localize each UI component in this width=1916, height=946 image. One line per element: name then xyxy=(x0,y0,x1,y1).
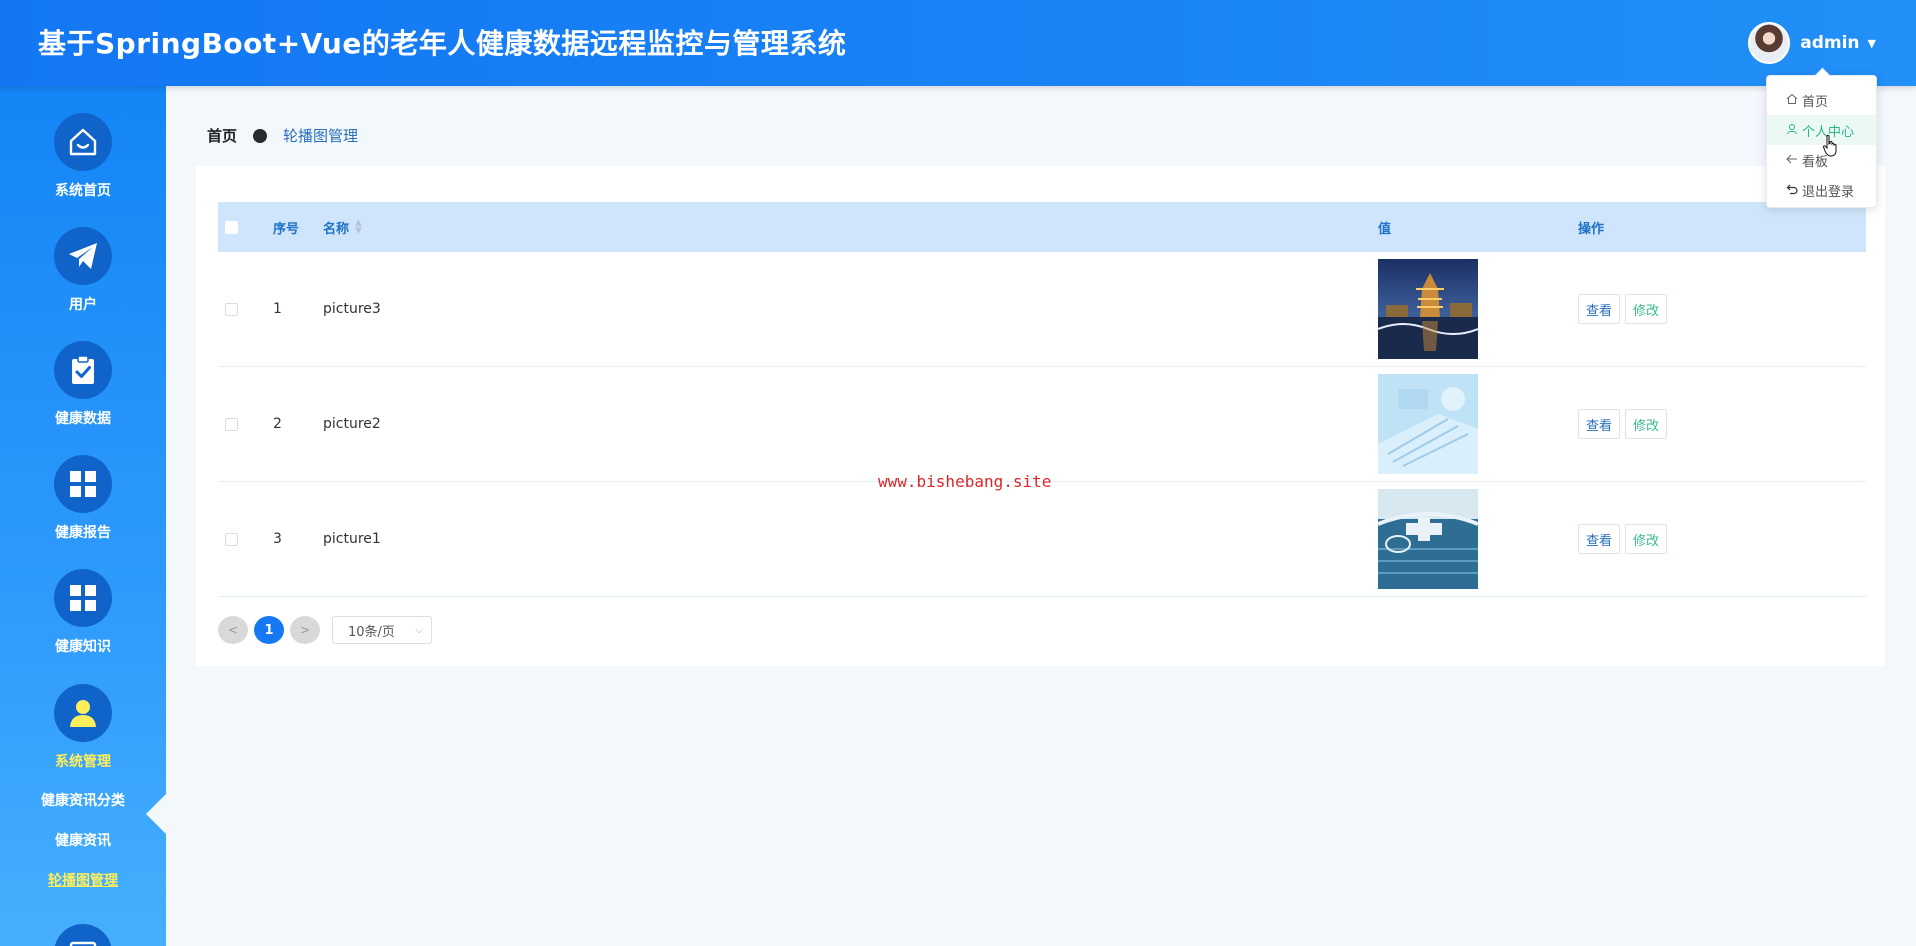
carousel-thumbnail-image[interactable] xyxy=(1378,489,1478,589)
carousel-thumbnail-image[interactable] xyxy=(1378,374,1478,474)
page-size-select[interactable]: 10条/页 ⌵ xyxy=(332,616,432,644)
breadcrumb: 首页 轮播图管理 xyxy=(207,125,358,146)
breadcrumb-current: 轮播图管理 xyxy=(283,127,359,145)
sidebar-item-label: 用户 xyxy=(69,297,97,313)
view-button[interactable]: 查看 xyxy=(1578,524,1621,554)
nav-icon-circle xyxy=(54,924,112,946)
active-indicator-notch xyxy=(146,794,166,834)
sidebar-subitem-news[interactable]: 健康资讯 xyxy=(0,830,166,850)
sidebar-subitem-carousel[interactable]: 轮播图管理 xyxy=(0,870,166,890)
select-all-checkbox[interactable] xyxy=(225,220,238,234)
menu-item-home[interactable]: 首页 xyxy=(1767,85,1876,115)
home-face-icon xyxy=(69,128,97,156)
sidebar-item-label: 系统管理 xyxy=(55,754,111,770)
clipboard-check-icon xyxy=(72,355,94,384)
caret-down-icon[interactable]: ▼ xyxy=(1868,37,1876,50)
back-arrow-icon xyxy=(1785,153,1799,168)
logout-icon xyxy=(1785,183,1799,198)
row-name: picture2 xyxy=(323,416,381,432)
nav-icon-circle xyxy=(54,569,112,627)
column-header-label: 名称 xyxy=(323,221,350,237)
menu-item-logout[interactable]: 退出登录 xyxy=(1767,175,1876,205)
row-checkbox[interactable] xyxy=(225,417,238,431)
edit-button[interactable]: 修改 xyxy=(1625,294,1668,324)
grid-icon xyxy=(70,471,96,497)
home-icon xyxy=(1785,93,1799,108)
page-size-value: 10条/页 xyxy=(348,624,395,640)
sidebar-item-system-management[interactable]: 系统管理 xyxy=(0,684,166,771)
column-header-operation: 操作 xyxy=(1578,221,1605,237)
pagination: < 1 > 10条/页 ⌵ xyxy=(218,616,432,644)
nav-icon-circle xyxy=(54,341,112,399)
breadcrumb-separator-dot xyxy=(253,128,268,143)
carousel-thumbnail-image[interactable] xyxy=(1378,259,1478,359)
column-header-name[interactable]: 名称 ▲ ▼ xyxy=(323,218,1378,237)
sidebar-item-label: 健康知识 xyxy=(55,639,111,655)
person-icon xyxy=(70,700,96,727)
nav-icon-circle xyxy=(54,455,112,513)
sidebar-item-health-knowledge[interactable]: 健康知识 xyxy=(0,569,166,656)
menu-item-label: 首页 xyxy=(1802,94,1829,110)
sidebar-item-users[interactable]: 用户 xyxy=(0,227,166,314)
edit-button[interactable]: 修改 xyxy=(1625,524,1668,554)
row-name: picture1 xyxy=(323,531,381,547)
content-panel: 序号 名称 ▲ ▼ 值 操作 1 picture3 查看 修改 2 pictur… xyxy=(196,166,1885,666)
row-checkbox[interactable] xyxy=(225,532,238,546)
column-header-value: 值 xyxy=(1378,221,1392,237)
avatar[interactable] xyxy=(1748,22,1791,64)
nav-icon-circle xyxy=(54,227,112,285)
grid-icon xyxy=(70,585,96,611)
sidebar-subitem-news-category[interactable]: 健康资讯分类 xyxy=(0,790,166,810)
table-row: 1 picture3 查看 修改 xyxy=(218,252,1866,367)
row-index: 1 xyxy=(273,301,282,317)
page-number-current[interactable]: 1 xyxy=(254,616,284,644)
carousel-table: 序号 名称 ▲ ▼ 值 操作 1 picture3 查看 修改 2 pictur… xyxy=(218,202,1866,597)
table-row: 3 picture1 查看 修改 xyxy=(218,482,1866,597)
sidebar-item-label: 健康数据 xyxy=(55,411,111,427)
row-index: 2 xyxy=(273,416,282,432)
breadcrumb-home[interactable]: 首页 xyxy=(207,125,237,146)
edit-button[interactable]: 修改 xyxy=(1625,409,1668,439)
sidebar-item-label: 健康报告 xyxy=(55,525,111,541)
sort-icon[interactable]: ▲ ▼ xyxy=(355,219,362,236)
sidebar-item-label: 系统首页 xyxy=(55,183,111,199)
sidebar-item-dashboard[interactable]: 系统首页 xyxy=(0,113,166,200)
row-checkbox[interactable] xyxy=(225,302,238,316)
sidebar: 系统首页 用户 健康数据 健康报告 健康知识 系统管理 健康资讯分类 健康资讯 … xyxy=(0,86,166,946)
row-name: picture3 xyxy=(323,301,381,317)
monitor-icon xyxy=(69,941,97,946)
sidebar-item-health-data[interactable]: 健康数据 xyxy=(0,341,166,428)
sidebar-item-health-report[interactable]: 健康报告 xyxy=(0,455,166,542)
watermark-text: www.bishebang.site xyxy=(878,472,1052,491)
sidebar-item-more[interactable] xyxy=(0,924,166,946)
next-page-button[interactable]: > xyxy=(290,616,320,644)
nav-icon-circle xyxy=(54,684,112,742)
view-button[interactable]: 查看 xyxy=(1578,294,1621,324)
chevron-down-icon: ⌵ xyxy=(415,624,423,636)
top-header: 基于SpringBoot+Vue的老年人健康数据远程监控与管理系统 admin … xyxy=(0,0,1916,86)
table-header: 序号 名称 ▲ ▼ 值 操作 xyxy=(218,202,1866,252)
row-index: 3 xyxy=(273,531,282,547)
paper-plane-icon xyxy=(69,243,97,269)
user-menu-trigger[interactable]: admin ▼ xyxy=(1748,22,1876,64)
username[interactable]: admin xyxy=(1800,33,1859,53)
user-icon xyxy=(1785,123,1799,138)
menu-item-label: 退出登录 xyxy=(1802,184,1855,200)
prev-page-button[interactable]: < xyxy=(218,616,248,644)
view-button[interactable]: 查看 xyxy=(1578,409,1621,439)
table-row: 2 picture2 查看 修改 xyxy=(218,367,1866,482)
column-header-index: 序号 xyxy=(273,221,300,237)
hand-cursor-icon xyxy=(1822,134,1837,157)
nav-icon-circle xyxy=(54,113,112,171)
app-title: 基于SpringBoot+Vue的老年人健康数据远程监控与管理系统 xyxy=(38,27,847,60)
